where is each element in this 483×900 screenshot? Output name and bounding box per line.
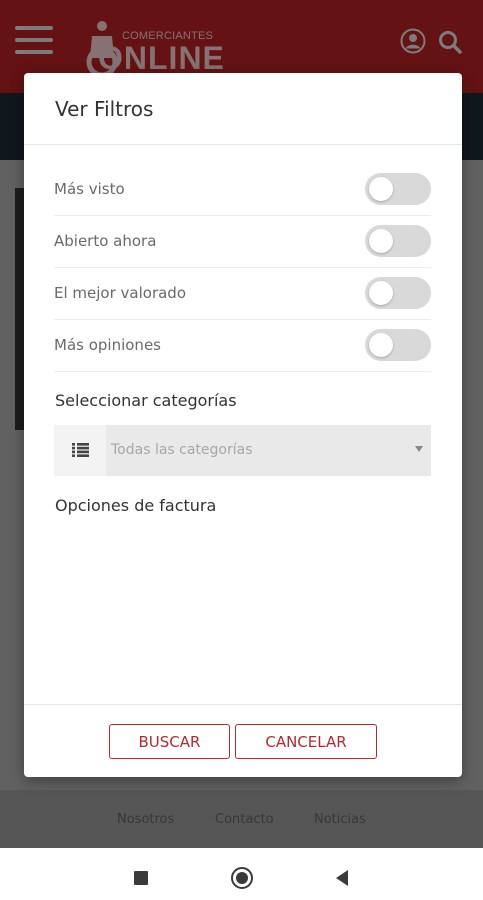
chevron-down-icon	[415, 446, 423, 452]
toggle-knob	[369, 229, 393, 253]
category-section-label: Seleccionar categorías	[55, 391, 237, 410]
home-icon[interactable]	[231, 867, 253, 889]
filter-row-abierto-ahora: Abierto ahora	[54, 216, 431, 268]
mas-visto-toggle[interactable]	[365, 173, 431, 205]
divider	[24, 144, 462, 145]
divider	[24, 704, 462, 705]
cancel-button[interactable]: CANCELAR	[235, 724, 377, 759]
invoice-options-label: Opciones de factura	[55, 496, 217, 515]
toggle-knob	[369, 333, 393, 357]
mejor-valorado-toggle[interactable]	[365, 277, 431, 309]
filter-label: El mejor valorado	[54, 284, 187, 302]
abierto-ahora-toggle[interactable]	[365, 225, 431, 257]
filter-label: Más visto	[54, 180, 125, 198]
dialog-title: Ver Filtros	[55, 97, 154, 121]
filter-label: Más opiniones	[54, 336, 161, 354]
category-select-value: Todas las categorías	[111, 442, 253, 458]
recent-apps-icon[interactable]	[134, 871, 148, 885]
search-button[interactable]: BUSCAR	[109, 724, 230, 759]
filter-label: Abierto ahora	[54, 232, 157, 250]
filter-row-mas-visto: Más visto	[54, 164, 431, 216]
toggle-knob	[369, 281, 393, 305]
category-icon-box	[54, 425, 106, 476]
filter-row-mejor-valorado: El mejor valorado	[54, 268, 431, 320]
mas-opiniones-toggle[interactable]	[365, 329, 431, 361]
toggle-knob	[369, 177, 393, 201]
category-select[interactable]: Todas las categorías	[54, 425, 431, 476]
list-icon	[72, 443, 89, 457]
filter-row-mas-opiniones: Más opiniones	[54, 320, 431, 372]
back-icon[interactable]	[336, 870, 348, 886]
filters-dialog: Ver Filtros Más visto Abierto ahora El m…	[24, 73, 462, 777]
